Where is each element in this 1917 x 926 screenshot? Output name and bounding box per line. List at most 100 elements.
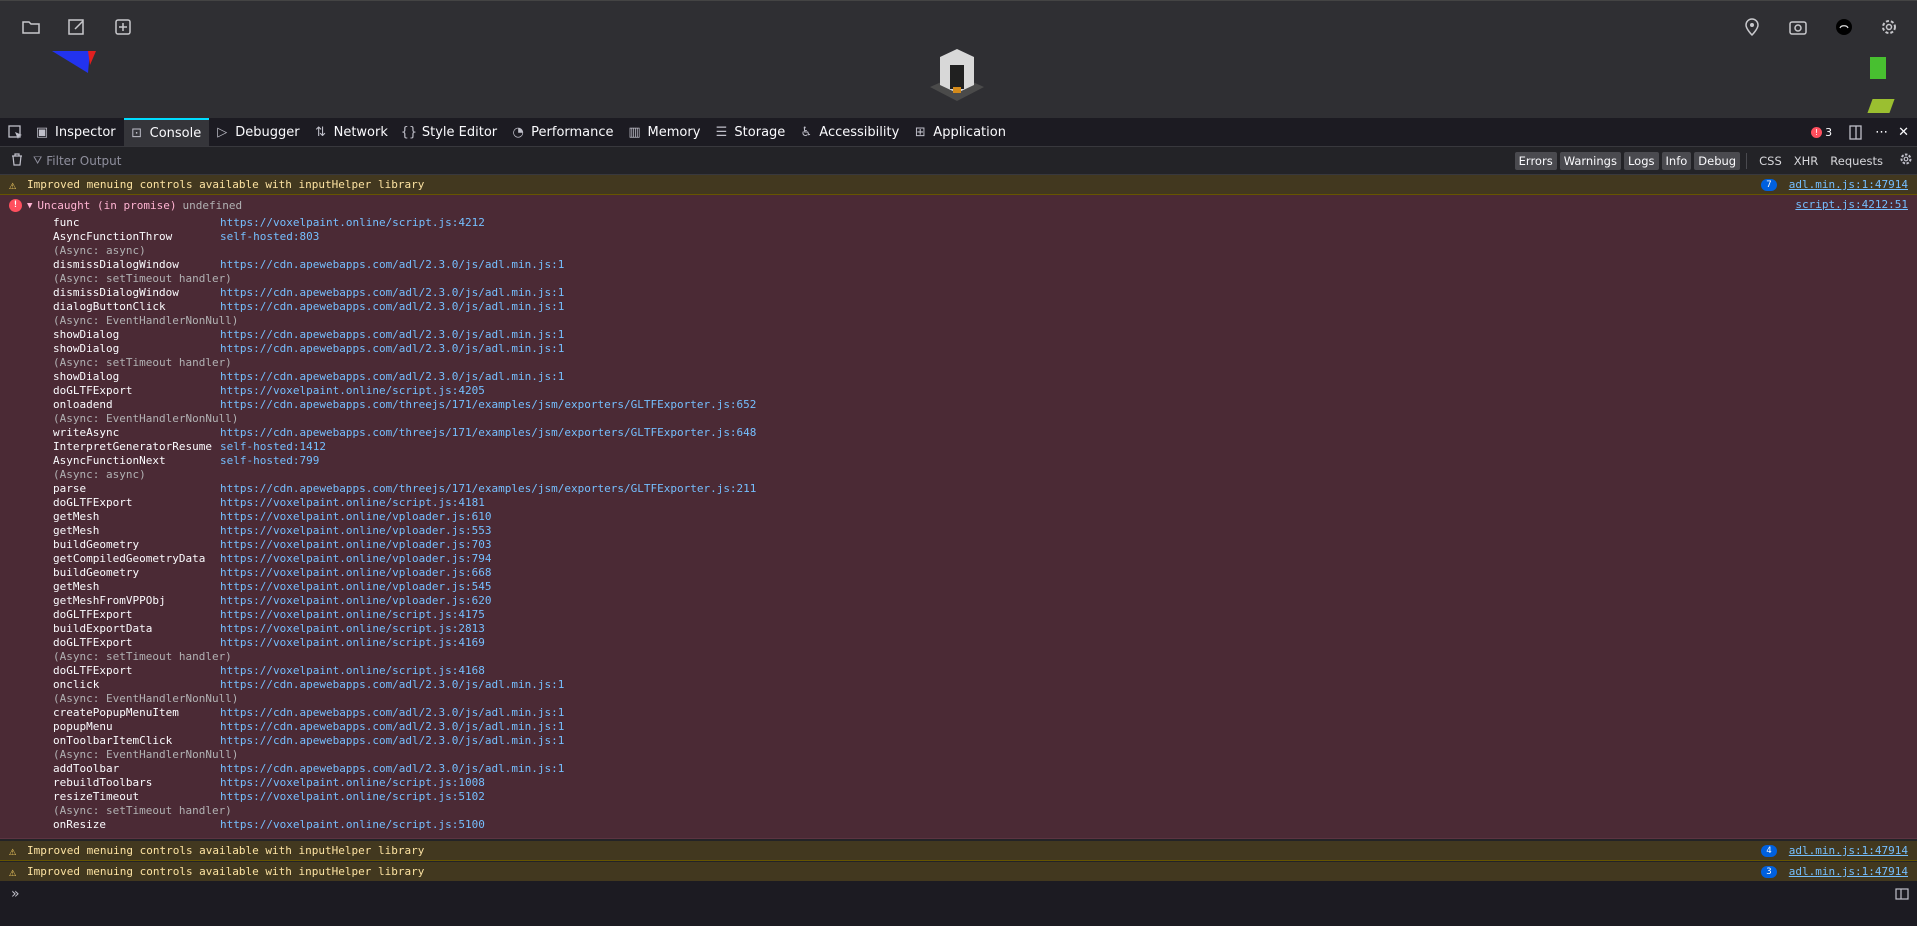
editor-mode-toggle-icon[interactable]	[1895, 885, 1909, 904]
frame-location-link[interactable]: https://voxelpaint.online/script.js:5102	[220, 790, 485, 804]
stack-frame-row[interactable]: onloadend https://cdn.apewebapps.com/thre…	[0, 398, 1917, 412]
stack-frame-row[interactable]: onToolbarItemClick https://cdn.apewebapps…	[0, 734, 1917, 748]
camera-icon[interactable]	[1786, 15, 1810, 39]
frame-location-link[interactable]: https://voxelpaint.online/vploader.js:79…	[220, 552, 492, 566]
frame-location-link[interactable]: https://cdn.apewebapps.com/adl/2.3.0/js/…	[220, 286, 564, 300]
frame-location-link[interactable]: https://voxelpaint.online/script.js:4205	[220, 384, 485, 398]
stack-frame-row[interactable]: AsyncFunctionThrow self-hosted:803	[0, 230, 1917, 244]
stack-frame-row[interactable]: onclick https://cdn.apewebapps.com/adl/2.…	[0, 678, 1917, 692]
frame-location-link[interactable]: https://voxelpaint.online/vploader.js:54…	[220, 580, 492, 594]
filter-errors-button[interactable]: Errors	[1514, 151, 1557, 170]
tab-storage[interactable]: ☰ Storage	[708, 118, 793, 146]
error-count-indicator[interactable]: ! 3	[1801, 118, 1842, 146]
tab-style-editor[interactable]: {} Style Editor	[396, 118, 505, 146]
frame-location-link[interactable]: https://cdn.apewebapps.com/adl/2.3.0/js/…	[220, 342, 564, 356]
filter-css-button[interactable]: CSS	[1753, 152, 1788, 170]
close-icon[interactable]: ✕	[1894, 118, 1917, 146]
edit-icon[interactable]	[65, 15, 89, 39]
frame-location-link[interactable]: self-hosted:1412	[220, 440, 326, 454]
tab-accessibility[interactable]: ♿ Accessibility	[793, 118, 907, 146]
add-icon[interactable]	[111, 15, 135, 39]
stack-frame-row[interactable]: onResize https://voxelpaint.online/script…	[0, 818, 1917, 832]
stack-frame-row[interactable]: writeAsync https://cdn.apewebapps.com/thr…	[0, 426, 1917, 440]
console-settings-gear-icon[interactable]	[1899, 152, 1913, 169]
frame-location-link[interactable]: https://cdn.apewebapps.com/threejs/171/e…	[220, 482, 756, 496]
filter-warnings-button[interactable]: Warnings	[1559, 151, 1621, 170]
console-warning-row[interactable]: ⚠ Improved menuing controls available wi…	[0, 175, 1917, 195]
stack-frame-row[interactable]: getCompiledGeometryData https://voxelpain…	[0, 552, 1917, 566]
frame-location-link[interactable]: https://voxelpaint.online/script.js:2813	[220, 622, 485, 636]
console-warning-row[interactable]: ⚠ Improved menuing controls available wi…	[0, 841, 1917, 861]
frame-location-link[interactable]: https://voxelpaint.online/vploader.js:62…	[220, 594, 492, 608]
source-link[interactable]: script.js:4212:51	[1795, 198, 1908, 211]
stack-frame-row[interactable]: doGLTFExport https://voxelpaint.online/sc…	[0, 496, 1917, 510]
source-link[interactable]: adl.min.js:1:47914	[1789, 178, 1908, 191]
frame-location-link[interactable]: https://cdn.apewebapps.com/threejs/171/e…	[220, 426, 756, 440]
stack-frame-row[interactable]: createPopupMenuItem https://cdn.apewebapp…	[0, 706, 1917, 720]
filter-xhr-button[interactable]: XHR	[1788, 152, 1825, 170]
side-palette-swatch[interactable]	[1867, 99, 1895, 113]
stack-frame-row[interactable]: doGLTFExport https://voxelpaint.online/sc…	[0, 636, 1917, 650]
tab-application[interactable]: ⊞ Application	[907, 118, 1014, 146]
stack-frame-row[interactable]: buildGeometry https://voxelpaint.online/v…	[0, 566, 1917, 580]
frame-location-link[interactable]: https://cdn.apewebapps.com/adl/2.3.0/js/…	[220, 370, 564, 384]
console-input[interactable]: »	[0, 881, 1917, 907]
frame-location-link[interactable]: self-hosted:803	[220, 230, 319, 244]
frame-location-link[interactable]: https://cdn.apewebapps.com/adl/2.3.0/js/…	[220, 328, 564, 342]
frame-location-link[interactable]: https://voxelpaint.online/vploader.js:70…	[220, 538, 492, 552]
tab-console[interactable]: ⊡ Console	[123, 118, 210, 146]
stack-frame-row[interactable]: getMesh https://voxelpaint.online/vploade…	[0, 510, 1917, 524]
expand-toggle-icon[interactable]: ▼	[27, 201, 32, 211]
stack-frame-row[interactable]: getMesh https://voxelpaint.online/vploade…	[0, 580, 1917, 594]
frame-location-link[interactable]: https://voxelpaint.online/script.js:4181	[220, 496, 485, 510]
frame-location-link[interactable]: https://cdn.apewebapps.com/adl/2.3.0/js/…	[220, 258, 564, 272]
stack-frame-row[interactable]: func https://voxelpaint.online/script.js:…	[0, 216, 1917, 230]
frame-location-link[interactable]: self-hosted:799	[220, 454, 319, 468]
element-picker-icon[interactable]	[0, 118, 29, 146]
stack-frame-row[interactable]: buildExportData https://voxelpaint.online…	[0, 622, 1917, 636]
stack-frame-row[interactable]: resizeTimeout https://voxelpaint.online/s…	[0, 790, 1917, 804]
filter-requests-button[interactable]: Requests	[1824, 152, 1889, 170]
more-options-icon[interactable]: ⋯	[1869, 118, 1894, 146]
stack-frame-row[interactable]: parse https://cdn.apewebapps.com/threejs/…	[0, 482, 1917, 496]
tab-inspector[interactable]: ▣ Inspector	[29, 118, 124, 146]
stack-frame-row[interactable]: dialogButtonClick https://cdn.apewebapps.…	[0, 300, 1917, 314]
frame-location-link[interactable]: https://cdn.apewebapps.com/threejs/171/e…	[220, 398, 756, 412]
stack-frame-row[interactable]: buildGeometry https://voxelpaint.online/v…	[0, 538, 1917, 552]
stack-frame-row[interactable]: doGLTFExport https://voxelpaint.online/sc…	[0, 384, 1917, 398]
folder-icon[interactable]	[19, 15, 43, 39]
frame-location-link[interactable]: https://voxelpaint.online/vploader.js:55…	[220, 524, 492, 538]
filter-output-input[interactable]: Filter Output	[46, 154, 1226, 168]
frame-location-link[interactable]: https://voxelpaint.online/vploader.js:66…	[220, 566, 492, 580]
stack-frame-row[interactable]: dismissDialogWindow https://cdn.apewebapp…	[0, 286, 1917, 300]
account-icon[interactable]	[1832, 15, 1856, 39]
stack-frame-row[interactable]: dismissDialogWindow https://cdn.apewebapp…	[0, 258, 1917, 272]
tab-debugger[interactable]: ▷ Debugger	[209, 118, 307, 146]
frame-location-link[interactable]: https://voxelpaint.online/script.js:4175	[220, 608, 485, 622]
error-header[interactable]: ! ▼ Uncaught (in promise) undefined scri…	[0, 195, 1917, 216]
frame-location-link[interactable]: https://voxelpaint.online/script.js:4168	[220, 664, 485, 678]
stack-frame-row[interactable]: getMesh https://voxelpaint.online/vploade…	[0, 524, 1917, 538]
filter-info-button[interactable]: Info	[1661, 151, 1692, 170]
source-link[interactable]: adl.min.js:1:47914	[1789, 865, 1908, 878]
side-palette-swatch[interactable]	[1870, 57, 1886, 79]
stack-frame-row[interactable]: doGLTFExport https://voxelpaint.online/sc…	[0, 664, 1917, 678]
stack-frame-row[interactable]: popupMenu https://cdn.apewebapps.com/adl/…	[0, 720, 1917, 734]
frame-location-link[interactable]: https://cdn.apewebapps.com/adl/2.3.0/js/…	[220, 706, 564, 720]
filter-debug-button[interactable]: Debug	[1694, 151, 1741, 170]
trash-icon[interactable]	[11, 152, 23, 169]
stack-frame-row[interactable]: doGLTFExport https://voxelpaint.online/sc…	[0, 608, 1917, 622]
frame-location-link[interactable]: https://cdn.apewebapps.com/adl/2.3.0/js/…	[220, 762, 564, 776]
tab-memory[interactable]: ▥ Memory	[622, 118, 709, 146]
location-pin-icon[interactable]	[1740, 15, 1764, 39]
console-warning-row[interactable]: ⚠ Improved menuing controls available wi…	[0, 862, 1917, 882]
stack-frame-row[interactable]: rebuildToolbars https://voxelpaint.online…	[0, 776, 1917, 790]
stack-frame-row[interactable]: showDialog https://cdn.apewebapps.com/adl…	[0, 342, 1917, 356]
source-link[interactable]: adl.min.js:1:47914	[1789, 844, 1908, 857]
frame-location-link[interactable]: https://voxelpaint.online/script.js:5100	[220, 818, 485, 832]
stack-frame-row[interactable]: showDialog https://cdn.apewebapps.com/adl…	[0, 328, 1917, 342]
settings-gear-icon[interactable]	[1877, 15, 1901, 39]
filter-logs-button[interactable]: Logs	[1623, 151, 1659, 170]
frame-location-link[interactable]: https://voxelpaint.online/vploader.js:61…	[220, 510, 492, 524]
stack-frame-row[interactable]: InterpretGeneratorResume self-hosted:1412	[0, 440, 1917, 454]
